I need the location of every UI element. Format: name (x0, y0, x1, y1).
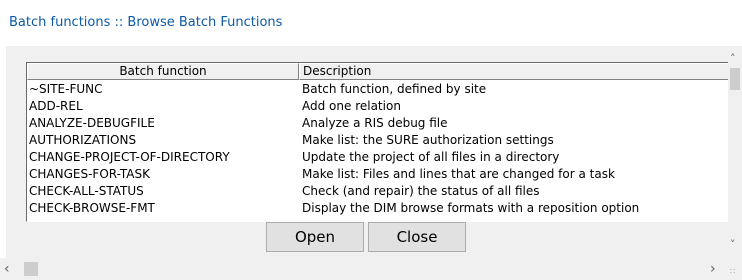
batch-function-name: CHANGES-FOR-TASK (29, 167, 150, 181)
batch-function-name: ANALYZE-DEBUGFILE (29, 116, 155, 130)
chevron-up-icon[interactable]: ˄ (730, 52, 736, 65)
open-button[interactable]: Open (266, 222, 364, 252)
batch-function-description: Make list: Files and lines that are chan… (302, 167, 615, 181)
list-row[interactable]: ADD-REL Add one relation (27, 98, 735, 115)
batch-function-name: AUTHORIZATIONS (29, 133, 137, 147)
list-row[interactable]: CHANGE-PROJECT-OF-DIRECTORY Update the p… (27, 149, 735, 166)
title-bar: Batch functions :: Browse Batch Function… (0, 0, 742, 46)
window-title: Batch functions :: Browse Batch Function… (9, 15, 283, 30)
batch-function-name: CHECK-BROWSE-FMT (29, 201, 155, 215)
column-header-batch-function[interactable]: Batch function (27, 63, 299, 80)
batch-function-description: Check (and repair) the status of all fil… (302, 184, 540, 198)
batch-function-name: ADD-REL (29, 99, 83, 113)
list-row[interactable]: CHECK-ALL-STATUS Check (and repair) the … (27, 183, 735, 200)
list-header: Batch function Description (27, 63, 735, 80)
batch-function-description: Make list: the SURE authorization settin… (302, 133, 554, 147)
batch-function-name: CHANGE-PROJECT-OF-DIRECTORY (29, 150, 230, 164)
column-header-description[interactable]: Description (299, 63, 735, 80)
list-row[interactable]: ~SITE-FUNC Batch function, defined by si… (27, 81, 735, 98)
horizontal-scrollbar[interactable]: ‹ › ∷ (0, 258, 742, 280)
batch-function-description: Add one relation (302, 99, 401, 113)
batch-function-name: ~SITE-FUNC (29, 82, 103, 96)
list-row[interactable]: AUTHORIZATIONS Make list: the SURE autho… (27, 132, 735, 149)
chevron-left-icon[interactable]: ‹ (4, 261, 10, 277)
batch-function-description: Display the DIM browse formats with a re… (302, 201, 640, 215)
batch-function-description: Analyze a RIS debug file (302, 116, 448, 130)
batch-function-description: Update the project of all files in a dir… (302, 150, 560, 164)
batch-function-name: CHECK-ALL-STATUS (29, 184, 144, 198)
chevron-down-icon[interactable]: ˅ (730, 238, 736, 251)
close-button[interactable]: Close (368, 222, 466, 252)
list-row[interactable]: ANALYZE-DEBUGFILE Analyze a RIS debug fi… (27, 115, 735, 132)
vertical-scroll-thumb[interactable] (730, 68, 740, 90)
dialog-client-area: Batch function Description ~SITE-FUNC Ba… (6, 46, 736, 258)
batch-function-description: Batch function, defined by site (302, 82, 487, 96)
list-rows: ~SITE-FUNC Batch function, defined by si… (27, 81, 735, 217)
batch-function-list[interactable]: Batch function Description ~SITE-FUNC Ba… (26, 62, 736, 222)
horizontal-scroll-thumb[interactable] (24, 262, 38, 276)
vertical-scrollbar[interactable]: ˄ ˅ (728, 46, 742, 258)
list-row[interactable]: CHANGES-FOR-TASK Make list: Files and li… (27, 166, 735, 183)
resize-grip-icon[interactable]: ∷ (730, 268, 738, 276)
chevron-right-icon[interactable]: › (710, 261, 716, 277)
list-row[interactable]: CHECK-BROWSE-FMT Display the DIM browse … (27, 200, 735, 217)
